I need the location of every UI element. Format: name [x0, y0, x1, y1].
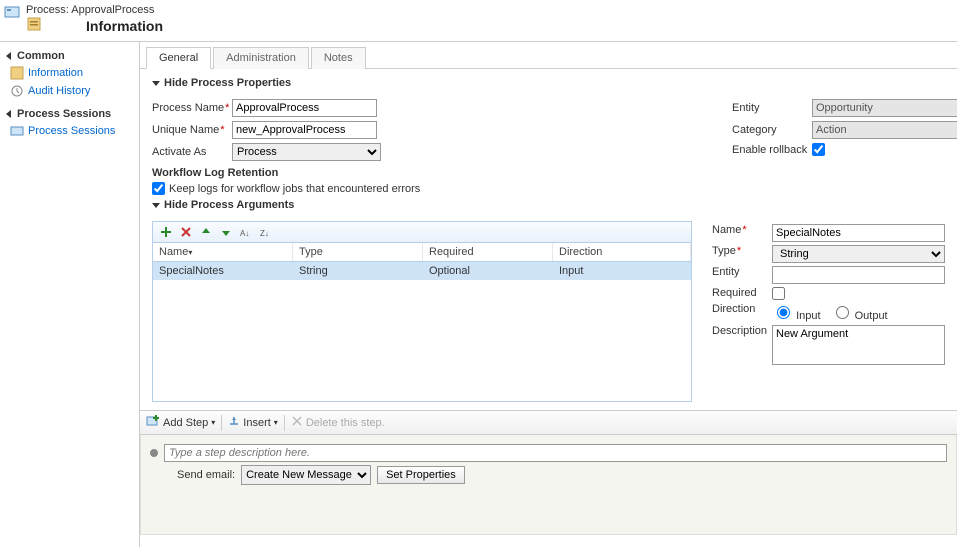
sidebar-item-information[interactable]: Information — [2, 64, 139, 82]
form-icon — [10, 66, 24, 80]
activate-as-select[interactable]: Process — [232, 143, 381, 161]
sidebar: Common Information Audit History Process… — [0, 42, 140, 547]
move-up-icon[interactable] — [199, 225, 213, 239]
sidebar-group-sessions[interactable]: Process Sessions — [2, 106, 139, 122]
arg-required-label: Required — [712, 287, 772, 299]
collapse-icon — [6, 110, 11, 118]
radio-input[interactable]: Input — [772, 303, 821, 322]
arg-required-checkbox[interactable] — [772, 287, 785, 300]
tab-general[interactable]: General — [146, 47, 211, 69]
sessions-icon — [10, 124, 24, 138]
grid-cell-type: String — [293, 265, 423, 277]
set-properties-button[interactable]: Set Properties — [377, 466, 465, 484]
header-breadcrumb: Process: ApprovalProcess — [26, 4, 951, 16]
activate-as-label: Activate As — [152, 146, 232, 158]
grid-cell-direction: Input — [553, 265, 691, 277]
sidebar-item-audit[interactable]: Audit History — [2, 82, 139, 100]
arg-entity-input[interactable] — [772, 266, 945, 284]
insert-button[interactable]: Insert ▾ — [228, 415, 278, 430]
args-grid-body: SpecialNotes String Optional Input — [152, 262, 692, 402]
entity-field — [812, 99, 957, 117]
grid-cell-required: Optional — [423, 265, 553, 277]
sort-desc-icon[interactable]: Z↓ — [259, 225, 273, 239]
page-title: Information — [86, 18, 163, 34]
arg-type-label: Type — [712, 245, 736, 257]
col-header-name[interactable]: Name▾ — [153, 243, 293, 261]
collapse-icon — [6, 52, 11, 60]
step-bullet-icon — [150, 449, 158, 457]
delete-icon — [291, 415, 303, 430]
add-step-button[interactable]: Add Step ▾ — [146, 414, 215, 431]
unique-name-input[interactable] — [232, 121, 377, 139]
arg-type-select[interactable]: String — [772, 245, 945, 263]
send-email-label: Send email: — [177, 469, 235, 481]
insert-icon — [228, 415, 240, 430]
retention-header: Workflow Log Retention — [152, 167, 692, 179]
arg-entity-label: Entity — [712, 266, 772, 278]
arg-direction-label: Direction — [712, 303, 772, 315]
keep-logs-checkbox[interactable] — [152, 182, 165, 195]
process-name-input[interactable] — [232, 99, 377, 117]
section-process-properties[interactable]: Hide Process Properties — [152, 77, 945, 89]
sort-asc-icon[interactable]: A↓ — [239, 225, 253, 239]
radio-output[interactable]: Output — [831, 303, 888, 322]
enable-rollback-checkbox[interactable] — [812, 143, 825, 156]
process-name-label: Process Name — [152, 102, 224, 114]
step-description-input[interactable] — [164, 444, 947, 462]
arg-description-textarea[interactable]: New Argument — [772, 325, 945, 365]
unique-name-label: Unique Name — [152, 124, 219, 136]
grid-cell-name: SpecialNotes — [153, 265, 293, 277]
information-icon — [26, 16, 42, 35]
col-header-type[interactable]: Type — [293, 243, 423, 261]
sidebar-item-sessions[interactable]: Process Sessions — [2, 122, 139, 140]
category-field — [812, 121, 957, 139]
arg-name-input[interactable] — [772, 224, 945, 242]
move-down-icon[interactable] — [219, 225, 233, 239]
col-header-required[interactable]: Required — [423, 243, 553, 261]
chevron-down-icon — [152, 81, 160, 86]
sidebar-group-common[interactable]: Common — [2, 48, 139, 64]
svg-text:A↓: A↓ — [240, 229, 249, 238]
keep-logs-label: Keep logs for workflow jobs that encount… — [169, 183, 420, 195]
entity-label: Entity — [732, 102, 812, 114]
history-icon — [10, 84, 24, 98]
delete-icon[interactable] — [179, 225, 193, 239]
steps-body: Send email: Create New Message Set Prope… — [140, 435, 957, 535]
svg-text:Z↓: Z↓ — [260, 229, 269, 238]
section-process-arguments[interactable]: Hide Process Arguments — [152, 199, 945, 211]
process-icon — [4, 4, 20, 20]
tabs: General Administration Notes — [140, 46, 957, 69]
tab-administration[interactable]: Administration — [213, 47, 309, 69]
enable-rollback-label: Enable rollback — [732, 144, 812, 156]
add-icon[interactable] — [159, 225, 173, 239]
add-step-icon — [146, 414, 160, 431]
steps-toolbar: Add Step ▾ Insert ▾ Delete this step. — [140, 411, 957, 435]
chevron-down-icon — [152, 203, 160, 208]
delete-step-button[interactable]: Delete this step. — [291, 415, 385, 430]
args-grid-header: Name▾ Type Required Direction — [152, 243, 692, 262]
category-label: Category — [732, 124, 812, 136]
arg-name-label: Name — [712, 224, 741, 236]
args-toolbar: A↓ Z↓ — [152, 221, 692, 243]
arg-description-label: Description — [712, 325, 772, 337]
col-header-direction[interactable]: Direction — [553, 243, 691, 261]
args-grid-row[interactable]: SpecialNotes String Optional Input — [153, 262, 691, 280]
tab-notes[interactable]: Notes — [311, 47, 366, 69]
send-email-select[interactable]: Create New Message — [241, 465, 371, 485]
